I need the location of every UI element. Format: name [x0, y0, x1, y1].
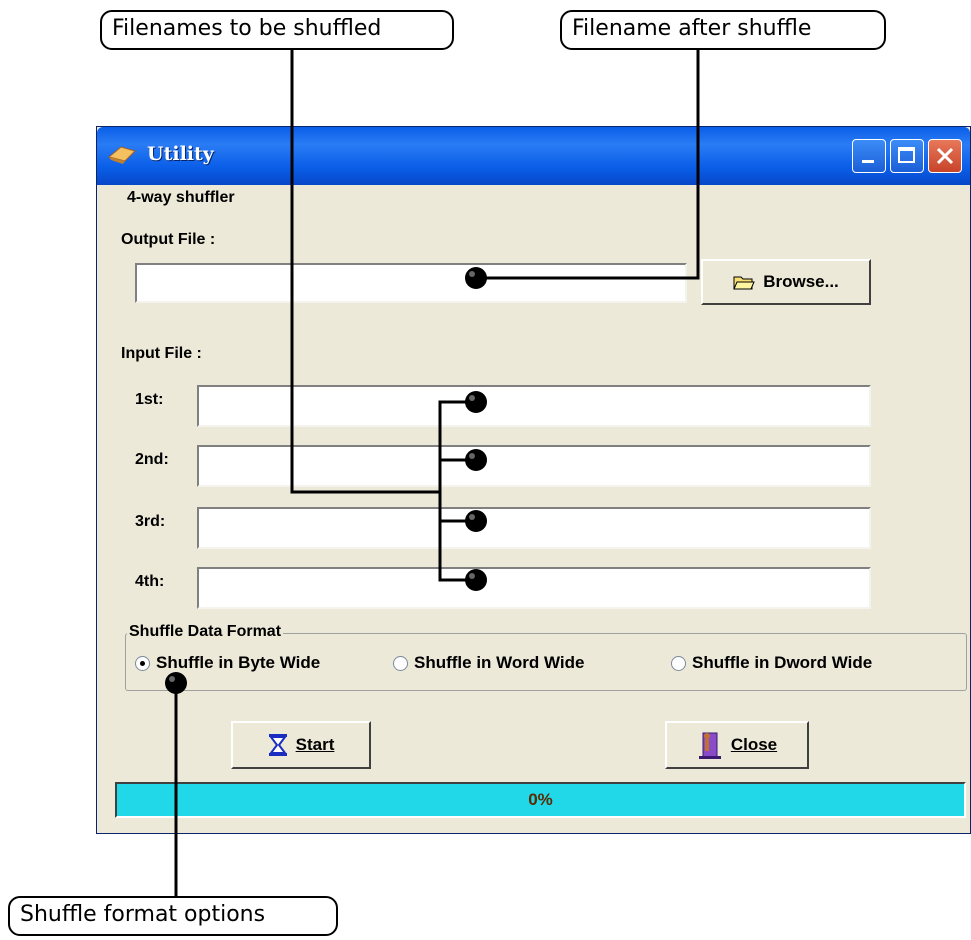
radio-word-wide-button[interactable]	[393, 655, 408, 671]
radio-byte-wide-button[interactable]	[135, 655, 150, 671]
maximize-icon	[898, 147, 915, 163]
radio-word-wide[interactable]: Shuffle in Word Wide	[393, 653, 584, 673]
progress-text: 0%	[528, 790, 553, 809]
folder-open-icon	[733, 276, 755, 290]
maximize-button[interactable]	[890, 139, 924, 173]
input-1st-field[interactable]	[197, 385, 871, 427]
minimize-icon	[862, 160, 874, 163]
callout-filenames-to-be-shuffled: Filenames to be shuffled	[100, 10, 454, 50]
input-4th-label: 4th:	[135, 573, 165, 590]
input-file-label: Input File :	[121, 345, 202, 362]
start-button-label: Start	[295, 735, 335, 754]
radio-byte-wide[interactable]: Shuffle in Byte Wide	[135, 653, 320, 673]
callout-filename-after-shuffle: Filename after shuffle	[560, 10, 886, 50]
utility-window: Utility 4-way shuffler Output File : Bro…	[96, 126, 971, 834]
browse-button-label: Browse...	[763, 272, 839, 291]
radio-dword-wide[interactable]: Shuffle in Dword Wide	[671, 653, 872, 673]
input-4th-field[interactable]	[197, 567, 871, 609]
close-icon	[936, 147, 954, 165]
door-exit-icon	[698, 732, 721, 759]
radio-dword-wide-button[interactable]	[671, 655, 686, 671]
close-button[interactable]: Close	[665, 721, 809, 769]
group-label: 4-way shuffler	[127, 189, 235, 206]
app-icon	[107, 146, 136, 164]
close-button-label: Close	[730, 735, 778, 754]
input-3rd-label: 3rd:	[135, 513, 166, 530]
callout-shuffle-format-options: Shuffle format options	[8, 896, 338, 936]
input-2nd-field[interactable]	[197, 445, 871, 487]
window-title: Utility	[147, 143, 214, 165]
input-1st-label: 1st:	[135, 391, 164, 408]
hourglass-icon	[268, 734, 287, 756]
output-file-label: Output File :	[121, 231, 216, 248]
close-window-button[interactable]	[928, 139, 962, 173]
progress-bar: 0%	[115, 782, 966, 818]
start-button[interactable]: Start	[231, 721, 371, 769]
radio-dword-wide-label: Shuffle in Dword Wide	[692, 653, 873, 672]
title-bar[interactable]: Utility	[97, 127, 970, 185]
input-3rd-field[interactable]	[197, 507, 871, 549]
output-file-field[interactable]	[135, 263, 687, 303]
minimize-button[interactable]	[852, 139, 886, 173]
radio-word-wide-label: Shuffle in Word Wide	[414, 653, 585, 672]
input-2nd-label: 2nd:	[135, 451, 169, 468]
shuffle-format-label: Shuffle Data Format	[127, 623, 284, 641]
browse-button[interactable]: Browse...	[701, 259, 871, 305]
radio-byte-wide-label: Shuffle in Byte Wide	[156, 653, 321, 672]
